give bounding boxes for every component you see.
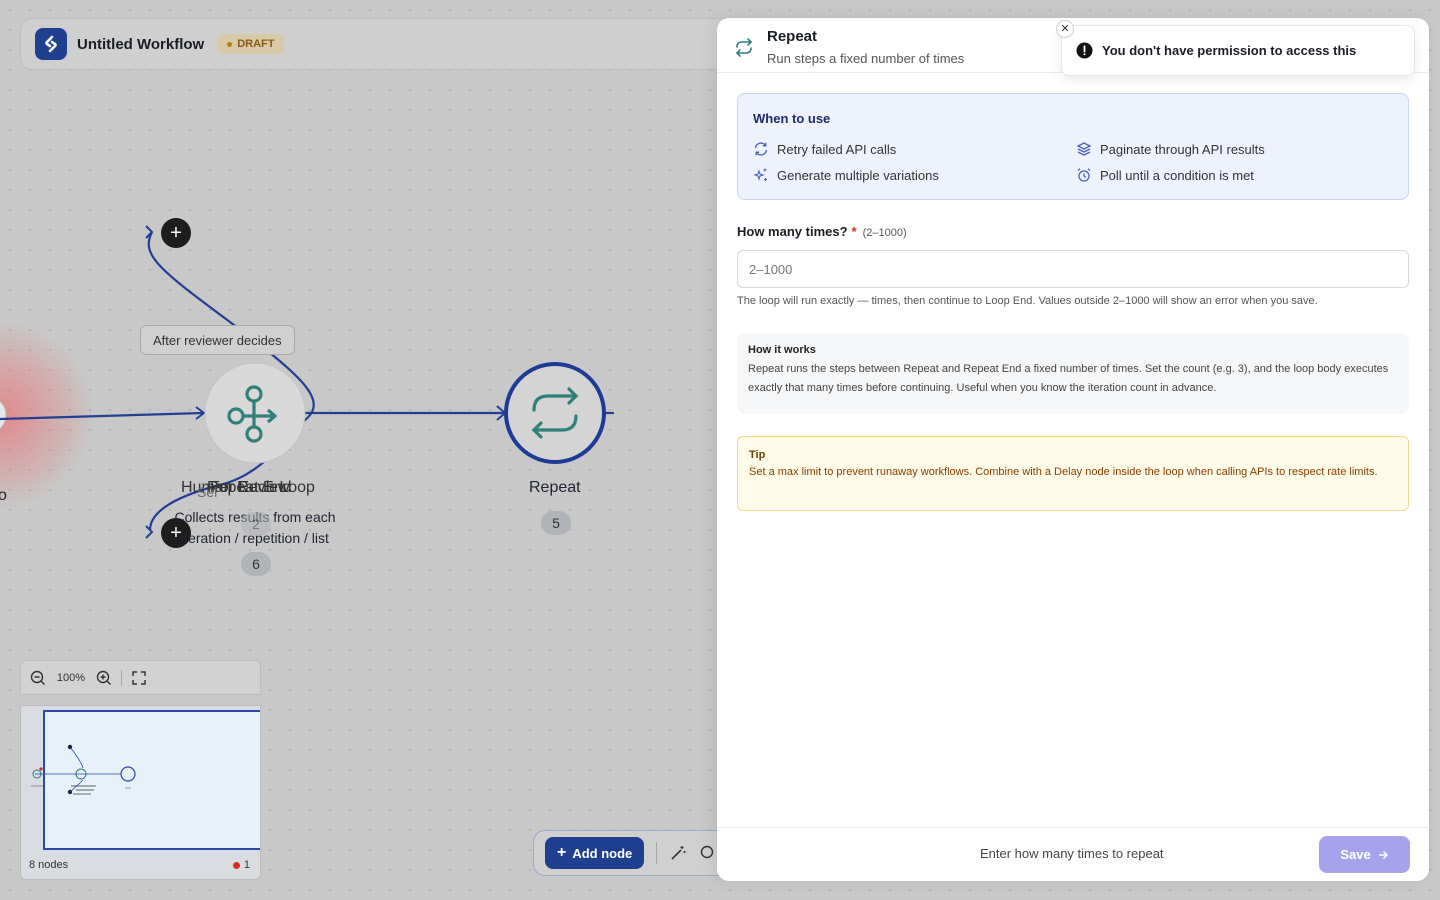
zoom-out-icon[interactable] <box>29 669 47 687</box>
repeat-icon <box>735 38 753 57</box>
error-count-badge[interactable]: 1 <box>232 859 250 871</box>
use-case-label: Retry failed API calls <box>777 141 897 157</box>
range-hint: (2–1000) <box>862 227 907 239</box>
permission-error-toast: ✕ You don't have permission to access th… <box>1056 20 1415 76</box>
arrow-right-icon <box>1378 850 1388 859</box>
plus-icon: + <box>170 222 182 244</box>
alarm-clock-icon <box>1077 168 1091 182</box>
zoom-controls: 100% <box>20 660 261 695</box>
required-mark: * <box>851 224 857 239</box>
sparkles-icon <box>753 168 767 181</box>
add-node-button[interactable]: + Add node <box>545 837 645 869</box>
when-to-use-title: When to use <box>753 111 831 126</box>
divider <box>121 669 122 686</box>
footer-hint: Enter how many times to repeat <box>980 846 1164 861</box>
tip-card: Tip Set a max limit to prevent runaway w… <box>737 436 1409 511</box>
panel-footer: Enter how many times to repeat Save <box>717 827 1429 881</box>
use-case-item: Retry failed API calls <box>753 141 896 157</box>
add-node-label: Add node <box>572 845 633 861</box>
how-it-works-title: How it works <box>748 344 816 356</box>
repeat-node[interactable] <box>504 362 606 464</box>
node-step-badge: 2 <box>241 512 271 536</box>
node-step-badge: 6 <box>241 552 271 576</box>
panel-subtitle: Run steps a fixed number of times <box>767 51 965 66</box>
how-it-works-card: How it works Repeat runs the steps betwe… <box>737 333 1409 414</box>
save-button[interactable]: Save <box>1319 836 1410 873</box>
layers-icon <box>1076 142 1092 156</box>
zoom-in-icon[interactable] <box>95 669 113 687</box>
repeat-node-label: Repeat <box>529 479 581 496</box>
error-node-glow <box>0 320 95 510</box>
zoom-level: 100% <box>56 671 86 684</box>
minimap-footer: 8 nodes 1 <box>21 851 260 879</box>
edge-label[interactable]: After reviewer decides <box>140 325 295 355</box>
plus-icon: + <box>557 844 567 861</box>
tip-title: Tip <box>749 449 766 461</box>
field-help-text: The loop will run exactly — times, then … <box>737 295 1318 307</box>
tip-body: Set a max limit to prevent runaway workf… <box>749 466 1378 478</box>
use-case-item: Paginate through API results <box>1076 141 1265 157</box>
use-case-item: Poll until a condition is met <box>1076 167 1254 183</box>
minimap[interactable]: 8 nodes 1 <box>20 705 261 880</box>
magic-wand-icon[interactable] <box>669 844 687 862</box>
save-label: Save <box>1340 847 1371 862</box>
fit-view-icon[interactable] <box>130 669 148 687</box>
error-dot-icon <box>232 861 240 869</box>
repeat-count-input[interactable] <box>737 250 1409 288</box>
field-label: How many times? <box>737 224 848 239</box>
search-icon[interactable] <box>699 844 717 862</box>
use-case-label: Generate multiple variations <box>777 167 939 183</box>
panel-title: Repeat <box>767 28 818 45</box>
node-config-panel: Repeat Run steps a fixed number of times… <box>717 18 1429 881</box>
use-case-label: Paginate through API results <box>1100 141 1265 157</box>
use-case-item: Generate multiple variations <box>753 167 939 183</box>
divider <box>656 842 658 864</box>
minimap-nodes <box>31 744 136 795</box>
node-sub-label: Sel <box>197 484 218 500</box>
how-it-works-body: Repeat runs the steps between Repeat and… <box>748 363 1389 394</box>
refresh-icon <box>754 142 768 156</box>
alert-icon <box>1076 42 1093 59</box>
node-count: 8 nodes <box>29 859 69 871</box>
repeat-count-label: How many times? * (2–1000) <box>737 224 907 239</box>
use-case-label: Poll until a condition is met <box>1100 167 1254 183</box>
node-step-badge: 5 <box>541 511 571 535</box>
workflow-canvas[interactable] <box>0 0 720 660</box>
left-node-label: o <box>0 487 7 504</box>
add-branch-button[interactable]: + <box>161 218 191 248</box>
toast-message: You don't have permission to access this <box>1102 43 1357 58</box>
when-to-use-card: When to use Retry failed API calls Pagin… <box>737 93 1409 200</box>
error-count: 1 <box>243 859 250 871</box>
close-icon[interactable]: ✕ <box>1056 20 1074 38</box>
